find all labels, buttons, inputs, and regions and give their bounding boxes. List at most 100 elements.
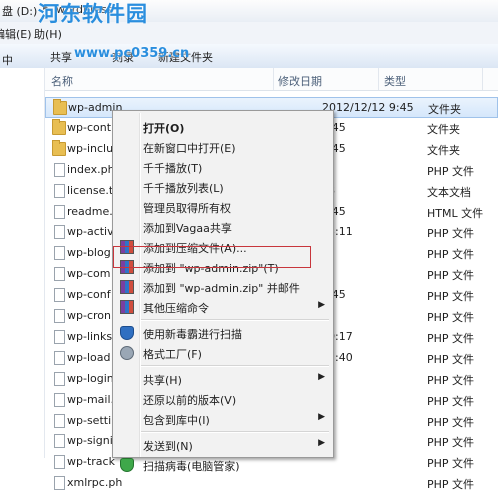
file-name: wp-signi — [67, 434, 113, 448]
context-menu-item[interactable]: 管理员取得所有权 — [115, 197, 331, 217]
menu-separator — [141, 431, 329, 433]
context-menu-item[interactable]: 使用新毒霸进行扫描 — [115, 323, 331, 343]
file-name: license.t — [67, 183, 114, 197]
file-type: PHP 文件 — [427, 269, 475, 283]
navigation-pane[interactable]: 中 — [0, 54, 45, 458]
file-icon — [54, 350, 65, 365]
submenu-arrow-icon: ▶ — [318, 438, 325, 448]
file-icon — [54, 413, 65, 428]
file-name: wp-conf — [67, 288, 111, 302]
file-type: PHP 文件 — [427, 394, 475, 408]
file-icon — [54, 225, 65, 240]
breadcrumb-drive[interactable]: 盘 (D:) — [2, 3, 37, 19]
file-name: wp-links — [67, 329, 113, 343]
winrar-icon — [120, 280, 134, 294]
file-name: wp-setti — [67, 413, 112, 427]
context-menu-item[interactable]: 千千播放列表(L) — [115, 177, 331, 197]
column-type[interactable]: 类型 — [384, 73, 406, 89]
file-row[interactable]: xmlrpc.ph PHP 文件 — [45, 473, 498, 494]
column-divider[interactable] — [378, 68, 379, 90]
column-name[interactable]: 名称 — [51, 73, 73, 89]
menu-edit[interactable]: 编辑(E) — [0, 26, 32, 42]
context-menu-label: 发送到(N) — [143, 440, 193, 453]
file-name: wp-login — [67, 371, 114, 385]
context-menu-label: 扫描病毒(电脑管家) — [143, 460, 240, 473]
file-icon — [54, 329, 65, 344]
file-type: 文件夹 — [427, 143, 460, 157]
file-icon — [54, 434, 65, 449]
context-menu: 打开(O) 在新窗口中打开(E) 千千播放(T) 千千播放列表(L) 管理员取得所有权添… — [112, 110, 334, 473]
file-name: wp-cont — [67, 120, 112, 134]
context-menu-item[interactable]: 添加到 "wp-admin.zip" 并邮件 — [115, 277, 331, 297]
column-divider[interactable] — [482, 68, 483, 90]
submenu-arrow-icon: ▶ — [318, 412, 325, 422]
file-type: PHP 文件 — [427, 436, 475, 450]
context-menu-item[interactable]: 在新窗口中打开(E) — [115, 137, 331, 157]
nav-item[interactable]: 中 — [2, 52, 13, 68]
file-icon — [54, 476, 65, 491]
context-menu-label: 打开(O) — [143, 122, 185, 135]
folder-icon — [52, 118, 66, 135]
file-icon — [54, 246, 65, 261]
file-icon — [54, 183, 65, 198]
context-menu-label: 格式工厂(F) — [143, 348, 202, 361]
column-divider[interactable] — [273, 68, 274, 90]
file-type: PHP 文件 — [427, 352, 475, 366]
context-menu-label: 管理员取得所有权 — [143, 202, 231, 215]
file-icon — [54, 455, 65, 470]
context-menu-label: 添加到 "wp-admin.zip" 并邮件 — [143, 282, 300, 295]
context-menu-label: 使用新毒霸进行扫描 — [143, 328, 242, 341]
file-type: PHP 文件 — [427, 478, 475, 492]
file-type: PHP 文件 — [427, 290, 475, 304]
watermark-title: 河东软件园 — [38, 2, 148, 26]
watermark-url: www.pc0359.cn — [74, 46, 190, 61]
file-date: 2012/12/12 9:45 — [322, 101, 414, 114]
submenu-arrow-icon: ▶ — [318, 300, 325, 310]
menu-separator — [141, 319, 329, 321]
context-menu-item[interactable]: 包含到库中(I) ▶ — [115, 409, 331, 429]
file-icon — [54, 392, 65, 407]
context-menu-item[interactable]: 还原以前的版本(V) — [115, 389, 331, 409]
context-menu-label: 包含到库中(I) — [143, 414, 210, 427]
pc-manager-scan-icon — [120, 458, 134, 472]
context-menu-item[interactable]: 打开(O) — [115, 117, 331, 137]
column-date[interactable]: 修改日期 — [278, 73, 322, 89]
context-menu-label: 添加到Vagaa共享 — [143, 222, 232, 235]
share-button[interactable]: 共享 — [50, 49, 72, 65]
context-menu-item[interactable]: 发送到(N) ▶ — [115, 435, 331, 455]
context-menu-item[interactable]: 千千播放(T) — [115, 157, 331, 177]
context-menu-item[interactable]: 添加到Vagaa共享 — [115, 217, 331, 237]
context-menu-item[interactable]: 格式工厂(F) — [115, 343, 331, 363]
file-icon — [54, 267, 65, 282]
menu-help[interactable]: 助(H) — [34, 26, 62, 42]
context-menu-label: 千千播放(T) — [143, 162, 203, 175]
duba-shield-icon — [120, 326, 134, 340]
file-icon — [54, 288, 65, 303]
file-name: wp-blog — [67, 246, 111, 260]
file-type: PHP 文件 — [427, 331, 475, 345]
context-menu-item[interactable]: 其他压缩命令 ▶ — [115, 297, 331, 317]
context-menu-item[interactable]: 扫描病毒(电脑管家) — [115, 455, 331, 475]
context-menu-label: 还原以前的版本(V) — [143, 394, 237, 407]
highlight-annotation-box — [113, 246, 311, 268]
context-menu-item[interactable]: 共享(H) ▶ — [115, 369, 331, 389]
file-icon — [54, 162, 65, 177]
context-menu-label: 共享(H) — [143, 374, 182, 387]
format-factory-icon — [120, 346, 134, 360]
file-name: wp-cron — [67, 309, 111, 322]
file-type: PHP 文件 — [427, 164, 475, 178]
file-type: PHP 文件 — [427, 227, 475, 241]
file-type: PHP 文件 — [427, 373, 475, 387]
file-type: 文件夹 — [427, 122, 460, 136]
file-type: 文本文档 — [427, 185, 471, 199]
context-menu-label: 千千播放列表(L) — [143, 182, 224, 195]
file-name: wp-mail. — [67, 392, 115, 406]
submenu-arrow-icon: ▶ — [318, 372, 325, 382]
file-name: readme. — [67, 204, 113, 218]
column-header: 名称 修改日期 类型 — [45, 68, 498, 91]
file-name: index.ph — [67, 162, 115, 176]
file-type: 文件夹 — [428, 103, 461, 116]
file-type: HTML 文件 — [427, 206, 484, 220]
file-icon — [54, 309, 65, 323]
file-type: PHP 文件 — [427, 311, 475, 324]
